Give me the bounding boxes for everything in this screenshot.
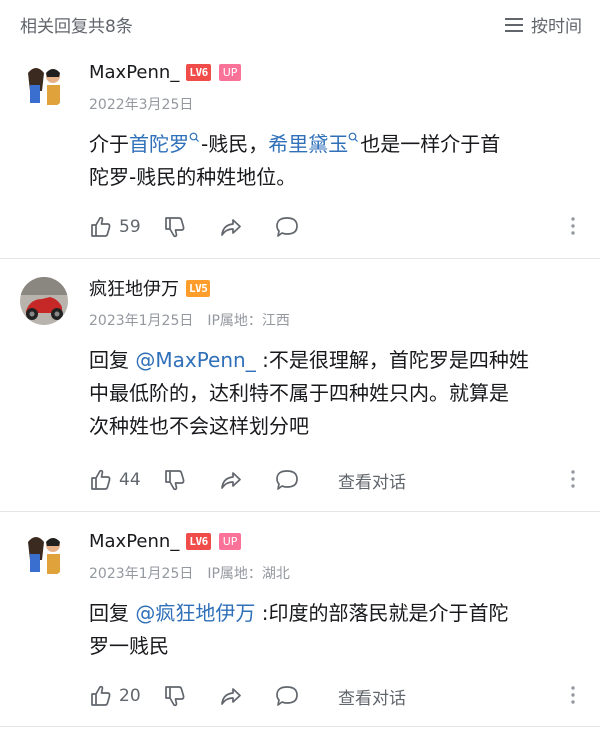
user-name[interactable]: 疯狂地伊万 [89,275,179,301]
comment-bubble-icon [276,686,298,706]
comment-button[interactable] [274,684,300,708]
like-count: 44 [119,470,141,490]
comment-button[interactable] [274,468,300,492]
up-badge: UP [218,532,242,550]
reply-prefix: 回复 [89,601,136,625]
sort-list-icon [505,17,523,32]
thumbs-down-icon [165,217,185,238]
reply-count-title: 相关回复共8条 [20,17,133,37]
level-badge: LV6 [186,63,211,81]
view-conversation-link[interactable]: 查看对话 [338,468,406,493]
content-text: 次种姓也不会这样划分吧 [89,414,309,438]
content-text: 罗一贱民 [89,634,169,658]
share-button[interactable] [219,468,243,492]
user-name[interactable]: MaxPenn_ [89,62,179,83]
up-badge: UP [218,63,242,81]
content-text: :不是很理解，首陀罗是四种姓 [255,348,529,372]
avatar[interactable] [20,530,68,578]
content-text: -贱民， [201,132,269,156]
dislike-button[interactable] [163,215,187,239]
comment-content: 介于首陀罗 -贱民，希里黛玉 也是一样介于首 陀罗-贱民的种姓地位。 [89,128,579,194]
search-icon [348,132,359,142]
reply-mention-link[interactable]: @疯狂地伊万 [135,601,255,625]
content-text: 也是一样介于首 [360,132,501,156]
reply-prefix: 回复 [89,348,136,372]
avatar[interactable] [20,61,68,109]
comment-date: 2023年1月25日 [89,313,194,329]
more-options-icon[interactable] [571,685,575,705]
sort-by-time-button[interactable]: 按时间 [505,12,582,37]
thumbs-down-icon [165,686,185,707]
ip-location: IP属地：江西 [207,313,290,329]
like-count: 59 [119,217,141,237]
thumbs-down-icon [165,470,185,491]
share-icon [221,472,241,489]
comment-date: 2023年1月25日 [89,566,194,582]
like-count: 20 [119,686,141,706]
more-options-icon[interactable] [571,216,575,236]
divider [0,726,600,727]
content-text: :印度的部落民就是介于首陀 [255,601,509,625]
more-options-icon[interactable] [571,469,575,489]
search-icon [189,132,199,142]
comment-bubble-icon [276,217,298,237]
content-text: 陀罗-贱民的种姓地位。 [89,165,297,189]
like-button[interactable]: 59 [89,215,147,239]
replies-header: 相关回复共8条 按时间 [0,0,600,50]
divider [0,258,600,259]
avatar[interactable] [20,277,68,325]
sort-label: 按时间 [531,17,582,37]
dislike-button[interactable] [163,684,187,708]
comment-button[interactable] [274,215,300,239]
like-button[interactable]: 20 [89,684,147,708]
share-icon [221,688,241,705]
comment-date: 2022年3月25日 [89,97,194,113]
share-button[interactable] [219,215,243,239]
level-badge: LV5 [186,279,211,297]
thumbs-up-icon [91,469,111,490]
comment-content: 回复 @MaxPenn_ :不是很理解，首陀罗是四种姓 中最低阶的，达利特不属于… [89,344,579,443]
reply-mention-link[interactable]: @MaxPenn_ [135,348,255,372]
dislike-button[interactable] [163,468,187,492]
user-name[interactable]: MaxPenn_ [89,531,179,552]
thumbs-up-icon [91,685,111,706]
content-text: 介于 [89,132,129,156]
comment-content: 回复 @疯狂地伊万 :印度的部落民就是介于首陀 罗一贱民 [89,597,579,663]
share-button[interactable] [219,684,243,708]
divider [0,511,600,512]
level-badge: LV6 [186,532,211,550]
comment-bubble-icon [276,470,298,490]
ip-location: IP属地：湖北 [207,566,290,582]
share-icon [221,219,241,236]
thumbs-up-icon [91,216,111,237]
like-button[interactable]: 44 [89,468,147,492]
content-text: 中最低阶的，达利特不属于四种姓只内。就算是 [89,381,509,405]
view-conversation-link[interactable]: 查看对话 [338,684,406,709]
keyword-link-shoutuoluo[interactable]: 首陀罗 [129,132,189,156]
keyword-link-xiliadaiyu[interactable]: 希里黛玉 [268,132,348,156]
